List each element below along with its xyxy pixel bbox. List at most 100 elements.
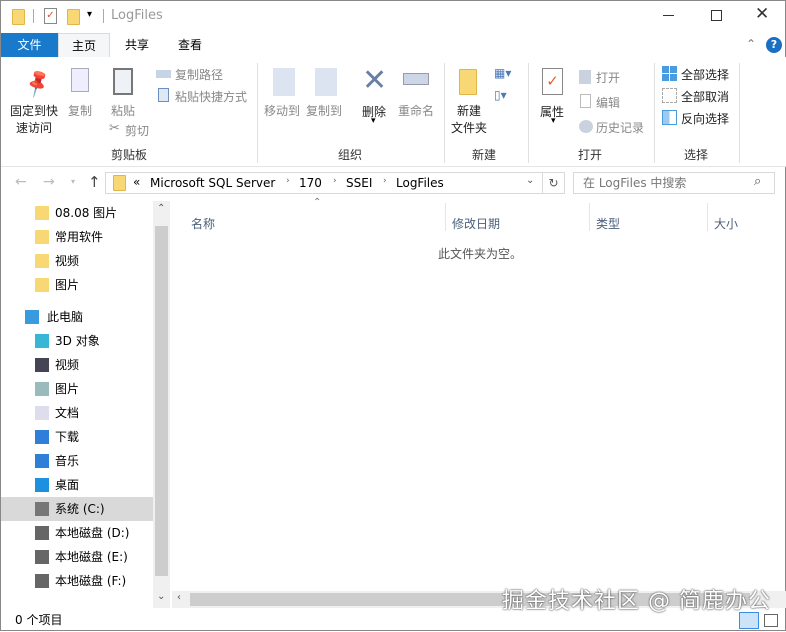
open-icon xyxy=(579,70,591,84)
nav-item[interactable]: 图片 xyxy=(1,273,153,297)
nav-item-label: 本地磁盘 (E:) xyxy=(55,550,128,564)
move-to-button[interactable]: 移动到 xyxy=(264,102,300,119)
breadcrumb-item[interactable]: LogFiles xyxy=(396,176,444,190)
chevron-down-icon[interactable]: ▾ xyxy=(371,116,376,126)
3d-objects-icon xyxy=(35,334,49,348)
nav-item[interactable]: 本地磁盘 (D:) xyxy=(1,521,153,545)
column-header-size[interactable]: 大小 xyxy=(714,215,738,232)
refresh-button[interactable]: ↻ xyxy=(543,172,565,194)
address-dropdown-icon[interactable]: ⌄ xyxy=(526,175,534,186)
nav-item[interactable]: 桌面 xyxy=(1,473,153,497)
address-bar[interactable]: « Microsoft SQL Server › 170 › SSEI › Lo… xyxy=(105,172,543,194)
nav-item[interactable]: 本地磁盘 (E:) xyxy=(1,545,153,569)
new-folder-label: 文件夹 xyxy=(451,121,488,135)
column-header-type[interactable]: 类型 xyxy=(596,215,620,232)
nav-item-label: 08.08 图片 xyxy=(55,206,118,220)
new-item-icon[interactable]: ▦▾ xyxy=(494,66,511,80)
nav-item[interactable]: 音乐 xyxy=(1,449,153,473)
drive-icon xyxy=(35,574,49,588)
select-all-button[interactable]: 全部选择 xyxy=(681,66,729,83)
column-header-name[interactable]: 名称 xyxy=(191,215,215,232)
chevron-right-icon[interactable]: › xyxy=(286,176,290,186)
cut-icon: ✂ xyxy=(109,121,120,136)
nav-item[interactable]: 文档 xyxy=(1,401,153,425)
copy-path-button[interactable]: 复制路径 xyxy=(175,66,223,83)
cut-button[interactable]: 剪切 xyxy=(125,122,149,139)
breadcrumb-overflow[interactable]: « xyxy=(133,175,140,189)
pin-quick-access-button[interactable]: 固定到快 xyxy=(10,102,58,119)
search-icon[interactable]: ⌕ xyxy=(754,174,761,189)
paste-shortcut-icon xyxy=(158,88,169,102)
folder-icon xyxy=(35,254,49,268)
tab-file[interactable]: 文件 xyxy=(1,33,58,57)
empty-folder-message: 此文件夹为空。 xyxy=(438,247,523,261)
paste-button[interactable]: 粘贴 xyxy=(111,102,135,119)
help-icon[interactable]: ? xyxy=(766,37,782,53)
scroll-down-icon[interactable]: ⌄ xyxy=(157,591,165,602)
nav-item[interactable]: 下载 xyxy=(1,425,153,449)
breadcrumb-item[interactable]: 170 xyxy=(299,176,322,190)
copy-to-button[interactable]: 复制到 xyxy=(306,102,342,119)
select-none-icon xyxy=(662,88,677,103)
nav-item[interactable]: 3D 对象 xyxy=(1,329,153,353)
customize-qat-icon[interactable]: ▾ xyxy=(87,9,92,20)
chevron-right-icon[interactable]: › xyxy=(383,176,387,186)
tab-share[interactable]: 共享 xyxy=(113,33,161,57)
scroll-up-icon[interactable]: ⌃ xyxy=(157,203,165,214)
nav-scrollbar[interactable]: ⌃ ⌄ xyxy=(153,201,170,608)
open-button[interactable]: 打开 xyxy=(596,69,620,86)
new-folder-button[interactable]: 新建 xyxy=(457,102,481,119)
select-all-icon xyxy=(662,66,677,81)
close-button[interactable]: ✕ xyxy=(755,4,769,24)
nav-item-label: 此电脑 xyxy=(47,310,84,324)
nav-item[interactable]: 此电脑 xyxy=(1,305,153,329)
nav-item-label: 视频 xyxy=(55,358,80,372)
history-button[interactable]: 历史记录 xyxy=(596,119,644,136)
tab-view[interactable]: 查看 xyxy=(166,33,214,57)
history-icon xyxy=(579,120,593,133)
watermark: 掘金技术社区 @ 简鹿办公 xyxy=(502,589,771,614)
paste-shortcut-button[interactable]: 粘贴快捷方式 xyxy=(175,88,247,105)
move-to-icon xyxy=(273,68,295,96)
scroll-left-icon[interactable]: ‹ xyxy=(177,592,181,603)
drive-c-icon xyxy=(35,502,49,516)
breadcrumb-item[interactable]: Microsoft SQL Server xyxy=(150,176,275,190)
tab-home[interactable]: 主页 xyxy=(58,33,110,57)
rename-button[interactable]: 重命名 xyxy=(398,102,434,119)
collapse-ribbon-icon[interactable]: ⌃ xyxy=(746,37,756,51)
nav-item[interactable]: 图片 xyxy=(1,377,153,401)
search-input[interactable]: 在 LogFiles 中搜索 xyxy=(573,172,775,194)
back-button[interactable]: ← xyxy=(15,174,27,190)
select-none-button[interactable]: 全部取消 xyxy=(681,88,729,105)
new-folder-qat-icon[interactable] xyxy=(67,9,80,25)
maximize-button[interactable] xyxy=(711,10,722,21)
chevron-down-icon[interactable]: ▾ xyxy=(551,116,556,126)
easy-access-icon[interactable]: ▯▾ xyxy=(494,88,507,102)
nav-item[interactable]: 常用软件 xyxy=(1,225,153,249)
nav-item[interactable]: 本地磁盘 (F:) xyxy=(1,569,153,593)
breadcrumb-item[interactable]: SSEI xyxy=(346,176,372,190)
copy-button[interactable]: 复制 xyxy=(68,102,92,119)
column-header-date[interactable]: 修改日期 xyxy=(452,215,500,232)
invert-selection-button[interactable]: 反向选择 xyxy=(681,110,729,127)
item-count: 0 个项目 xyxy=(15,613,63,627)
properties-qat-icon[interactable]: ✓ xyxy=(44,8,57,24)
forward-button[interactable]: → xyxy=(43,174,55,190)
edit-button[interactable]: 编辑 xyxy=(596,94,620,111)
scrollbar-thumb[interactable] xyxy=(155,226,168,576)
minimize-button[interactable] xyxy=(663,15,674,16)
chevron-right-icon[interactable]: › xyxy=(333,176,337,186)
recent-locations-button[interactable]: ▾ xyxy=(71,177,75,186)
navigation-pane: 本地磁盘 (F:) 本地磁盘 (E:) 本地磁盘 (D:) 系统 (C:) 桌面 音乐 下载… xyxy=(1,201,171,608)
nav-item[interactable]: 视频 xyxy=(1,249,153,273)
nav-item[interactable]: 视频 xyxy=(1,353,153,377)
nav-item[interactable]: 08.08 图片 xyxy=(1,201,153,225)
nav-item[interactable]: 系统 (C:) xyxy=(1,497,153,521)
divider xyxy=(589,203,590,231)
documents-icon xyxy=(35,406,49,420)
large-icons-view-button[interactable] xyxy=(764,614,778,627)
group-label-clipboard: 剪贴板 xyxy=(111,148,148,162)
up-button[interactable]: ↑ xyxy=(88,173,101,191)
divider xyxy=(444,63,445,163)
nav-item-label: 桌面 xyxy=(55,478,80,492)
